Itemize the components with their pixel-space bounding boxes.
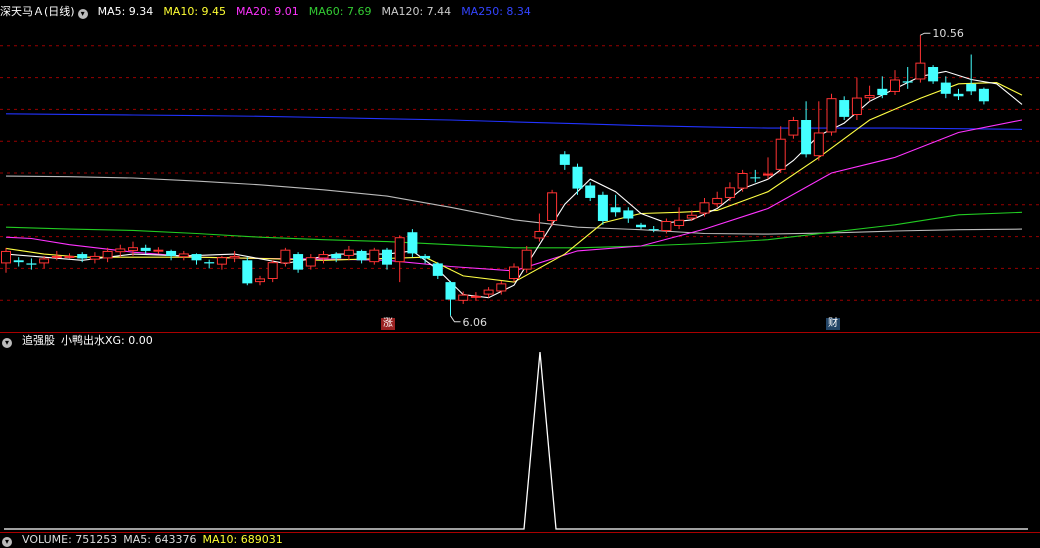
candle-body [204, 262, 215, 264]
candle-body [153, 249, 164, 252]
candle-body [280, 249, 291, 264]
candle-body [331, 254, 342, 259]
candle-body [229, 255, 240, 259]
candle-body [64, 255, 75, 258]
candlestick-chart[interactable]: 10.56 6.06 [0, 14, 1040, 332]
candle-body [13, 260, 24, 263]
candle-body [597, 194, 608, 222]
candle-body [521, 249, 532, 270]
zhang-marker[interactable]: 涨 [381, 318, 395, 330]
candle-body [636, 224, 646, 228]
candle-body [712, 197, 723, 205]
indicator-menu-icon[interactable]: ▾ [2, 338, 12, 348]
candle-body [572, 166, 583, 189]
candle-body [458, 294, 469, 301]
candle-body [610, 207, 621, 213]
candle-body [801, 120, 812, 155]
candle-body [699, 202, 710, 214]
cai-marker[interactable]: 财 [826, 318, 840, 330]
candle-body [255, 278, 265, 283]
candle-body [343, 249, 354, 256]
volume-menu-icon[interactable]: ▾ [2, 537, 12, 547]
candle-body [432, 263, 443, 276]
candle-body [39, 258, 50, 264]
indicator-value: 小鸭出水XG: 0.00 [61, 334, 153, 347]
candle-body [1, 250, 11, 264]
candle-body [394, 237, 405, 263]
indicator-name[interactable]: 追强股 [22, 334, 55, 347]
candle-body [216, 257, 227, 265]
low-price-label: 6.06 [463, 316, 488, 329]
candle-body [420, 255, 431, 259]
candle-body [661, 221, 672, 231]
annotation-pointer [920, 32, 931, 36]
candle-body [115, 248, 126, 253]
candle-body [534, 230, 545, 239]
candle-body [445, 282, 456, 300]
candle-body [26, 263, 37, 265]
candle-body [128, 247, 138, 251]
candle-body [483, 289, 494, 295]
indicator-chart[interactable] [0, 348, 1040, 533]
candle-body [318, 254, 329, 259]
annotation-pointer [450, 315, 461, 323]
candle-body [547, 192, 558, 222]
candle-body [763, 173, 773, 176]
candle-body [305, 257, 316, 267]
candle-body [750, 177, 761, 179]
candle-body [496, 283, 507, 292]
candle-body [724, 187, 735, 198]
candle-body [356, 250, 367, 261]
candle-body [509, 266, 519, 280]
candle-body [839, 100, 850, 117]
candle-body [953, 93, 964, 97]
candle-body [775, 138, 786, 170]
indicator-header: ▾ 追强股 小鸭出水XG: 0.00 [0, 333, 163, 349]
candle-body [877, 88, 888, 96]
candle-body [267, 262, 278, 279]
high-price-label: 10.56 [932, 27, 964, 40]
candle-body [293, 254, 304, 270]
candle-body [864, 95, 875, 99]
candle-body [737, 173, 748, 189]
candle-body [242, 260, 253, 284]
candle-body [813, 132, 824, 157]
candle-body [928, 67, 939, 82]
candle-body [623, 210, 634, 219]
candle-body [89, 255, 100, 260]
candle-body [191, 254, 202, 261]
volume-ma5-value: MA5: 643376 [123, 533, 197, 546]
candle-body [470, 295, 481, 298]
xg-signal-line [4, 351, 1028, 530]
candle-body [102, 250, 113, 259]
candle-body [966, 83, 977, 92]
candle-body [686, 214, 697, 219]
candle-body [140, 247, 151, 251]
candle-body [559, 154, 570, 165]
ma60-line [5, 211, 1023, 249]
candle-body [585, 185, 596, 198]
candle-body [788, 120, 799, 136]
candle-body [890, 79, 900, 92]
volume-value: VOLUME: 751253 [22, 533, 118, 546]
candle-body [178, 253, 189, 258]
candle-body [77, 254, 88, 259]
candle-body [674, 219, 685, 227]
candle-body [369, 249, 380, 263]
candle-body [407, 232, 418, 254]
candle-body [51, 255, 62, 258]
candle-body [648, 229, 659, 231]
candle-body [166, 250, 177, 256]
volume-header: ▾ VOLUME: 751253 MA5: 643376 MA10: 689031 [0, 532, 293, 548]
candle-body [902, 81, 913, 83]
candle-body [940, 82, 951, 94]
candle-body [382, 249, 392, 265]
candle-body [978, 88, 989, 102]
candle-body [851, 97, 862, 116]
candle-body [915, 62, 926, 80]
candle-body [826, 98, 837, 133]
volume-ma10-value: MA10: 689031 [202, 533, 283, 546]
ma250-line [5, 113, 1023, 130]
